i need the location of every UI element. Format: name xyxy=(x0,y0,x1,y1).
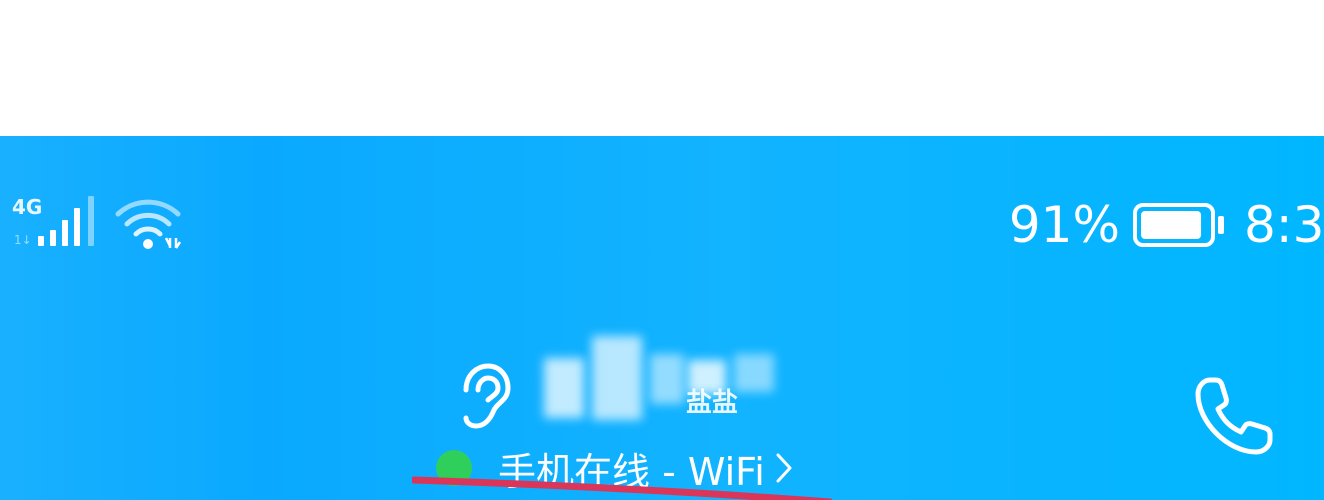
phone-icon[interactable] xyxy=(1190,374,1276,460)
screen: 4G 1↓ 91% 8:3 盐盐 手机在线 - WiFi xyxy=(0,0,1324,500)
svg-text:1↓: 1↓ xyxy=(14,233,32,247)
clock: 8:3 xyxy=(1244,196,1324,254)
wifi-icon xyxy=(115,199,182,249)
network-type-label: 4G xyxy=(12,195,42,219)
status-bar-left: 4G 1↓ xyxy=(12,192,212,252)
cellular-signal-icon: 4G 1↓ xyxy=(12,195,94,247)
contact-name: 盐盐 xyxy=(500,330,790,426)
annotation-underline xyxy=(412,476,832,500)
battery-percentage: 91% xyxy=(1008,196,1120,254)
chat-header: 4G 1↓ 91% 8:3 盐盐 手机在线 - WiFi xyxy=(0,136,1324,500)
battery-icon xyxy=(1133,203,1224,247)
status-bar-right: 91% 8:3 xyxy=(994,196,1324,254)
contact-name-partial: 盐盐 xyxy=(686,388,739,418)
